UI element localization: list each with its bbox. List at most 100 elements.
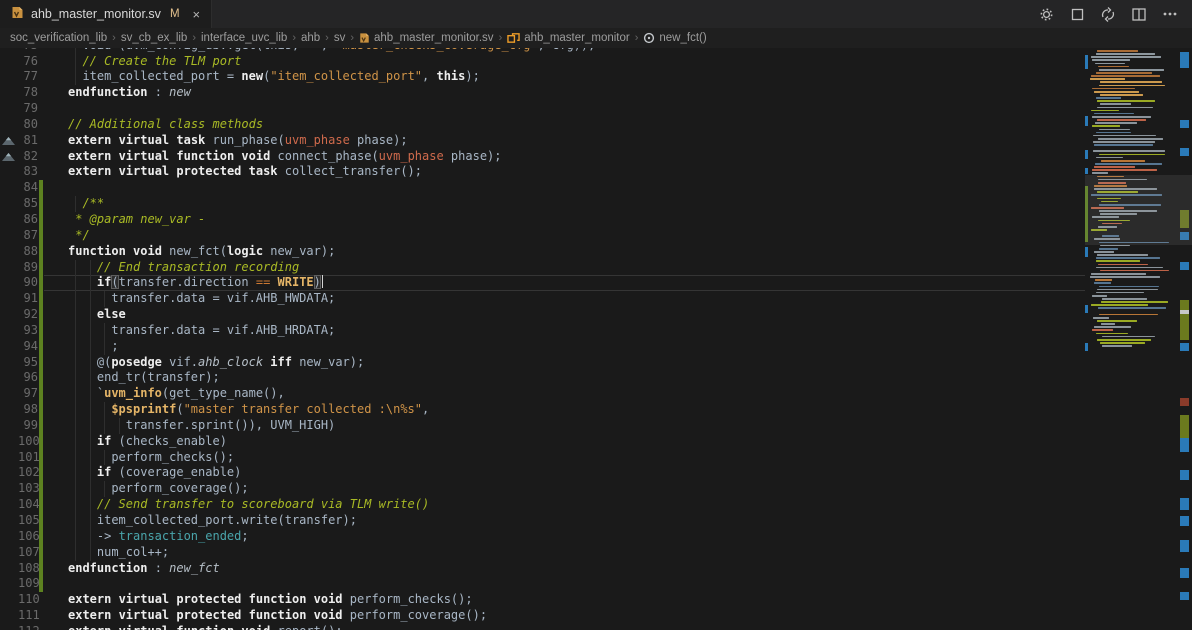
code-line[interactable]: 91transfer.data = vif.AHB_HWDATA; [0,291,1085,307]
code-text[interactable]: else [44,307,1085,323]
code-line[interactable]: 104// Send transfer to scoreboard via TL… [0,497,1085,513]
code-text[interactable]: extern virtual task run_phase(uvm_phase … [44,133,1085,149]
code-text[interactable]: item_collected_port.write(transfer); [44,513,1085,529]
code-text[interactable]: // Create the TLM port [44,54,1085,70]
code-text[interactable]: // End transaction recording [44,260,1085,276]
code-line[interactable]: 100if (checks_enable) [0,434,1085,450]
code-text[interactable]: * @param new_var - [44,212,1085,228]
code-line[interactable]: 87*/ [0,228,1085,244]
code-text[interactable]: transfer.data = vif.AHB_HRDATA; [44,323,1085,339]
code-text[interactable]: perform_checks(); [44,450,1085,466]
code-text[interactable]: /** [44,196,1085,212]
line-number: 80 [18,117,38,133]
code-text[interactable]: extern virtual function void connect_pha… [44,149,1085,165]
code-text[interactable]: endfunction : new [44,85,1085,101]
code-text[interactable]: if (coverage_enable) [44,465,1085,481]
code-text[interactable]: extern virtual protected task collect_tr… [44,164,1085,180]
code-text[interactable]: transfer.sprint()), UVM_HIGH) [44,418,1085,434]
code-text[interactable]: extern virtual function void report(); [44,624,1085,630]
code-text[interactable]: $psprintf("master transfer collected :\n… [44,402,1085,418]
code-line[interactable]: 110extern virtual protected function voi… [0,592,1085,608]
breadcrumb-item[interactable]: new_fct() [643,32,706,44]
gear-icon[interactable] [1038,6,1054,22]
code-line[interactable]: 89// End transaction recording [0,260,1085,276]
code-line[interactable]: 85/** [0,196,1085,212]
code-area[interactable]: 75void'(uvm_config_db::get(this, "", "ma… [0,48,1085,630]
breadcrumb-item[interactable]: ahb [301,32,320,44]
code-line[interactable]: 84 [0,180,1085,196]
code-line[interactable]: 92 else [0,307,1085,323]
code-text[interactable]: ; [44,339,1085,355]
code-text[interactable]: @(posedge vif.ahb_clock iff new_var); [44,355,1085,371]
code-text[interactable]: */ [44,228,1085,244]
code-text[interactable] [44,576,1085,592]
breadcrumb-item[interactable]: ahb_master_monitor.sv [359,32,494,44]
code-text[interactable]: end_tr(transfer); [44,370,1085,386]
glyph-margin [0,69,18,85]
code-line[interactable]: 108endfunction : new_fct [0,561,1085,577]
code-line[interactable]: 95@(posedge vif.ahb_clock iff new_var); [0,355,1085,371]
code-line[interactable]: 78endfunction : new [0,85,1085,101]
code-text[interactable]: perform_coverage(); [44,481,1085,497]
code-text[interactable]: // Additional class methods [44,117,1085,133]
square-icon[interactable] [1069,6,1085,22]
breadcrumb-item[interactable]: sv_cb_ex_lib [121,32,187,44]
code-line[interactable]: 96end_tr(transfer); [0,370,1085,386]
code-line[interactable]: 83extern virtual protected task collect_… [0,164,1085,180]
code-line[interactable]: 98$psprintf("master transfer collected :… [0,402,1085,418]
code-line[interactable]: 109 [0,576,1085,592]
code-line[interactable]: 107num_col++; [0,545,1085,561]
code-text[interactable]: -> transaction_ended; [44,529,1085,545]
code-line[interactable]: 80 // Additional class methods [0,117,1085,133]
code-text[interactable]: // Send transfer to scoreboard via TLM w… [44,497,1085,513]
code-line[interactable]: 103perform_coverage(); [0,481,1085,497]
minimap[interactable] [1085,48,1176,630]
code-line[interactable]: 99transfer.sprint()), UVM_HIGH) [0,418,1085,434]
breadcrumb-separator: › [292,32,296,44]
code-line[interactable]: 76// Create the TLM port [0,54,1085,70]
code-line[interactable]: 88function void new_fct(logic new_var); [0,244,1085,260]
breadcrumb-item[interactable]: sv [334,32,346,44]
editor-pane: 75void'(uvm_config_db::get(this, "", "ma… [0,48,1192,630]
code-text[interactable]: item_collected_port = new("item_collecte… [44,69,1085,85]
code-line[interactable]: 106-> transaction_ended; [0,529,1085,545]
code-text[interactable]: transfer.data = vif.AHB_HWDATA; [44,291,1085,307]
code-text[interactable]: extern virtual protected function void p… [44,608,1085,624]
code-line[interactable]: 112extern virtual function void report()… [0,624,1085,630]
code-line[interactable]: 94; [0,339,1085,355]
breadcrumb-item[interactable]: soc_verification_lib [10,32,107,44]
breadcrumb-item[interactable]: interface_uvc_lib [201,32,287,44]
code-text[interactable]: function void new_fct(logic new_var); [44,244,1085,260]
code-line[interactable]: 81extern virtual task run_phase(uvm_phas… [0,133,1085,149]
code-line[interactable]: 77item_collected_port = new("item_collec… [0,69,1085,85]
more-actions-icon[interactable] [1162,6,1178,22]
code-line[interactable]: 102if (coverage_enable) [0,465,1085,481]
code-text[interactable]: `uvm_info(get_type_name(), [44,386,1085,402]
split-editor-icon[interactable] [1131,6,1147,22]
code-line[interactable]: 86* @param new_var - [0,212,1085,228]
code-line[interactable]: 105item_collected_port.write(transfer); [0,513,1085,529]
code-text[interactable]: endfunction : new_fct [44,561,1085,577]
scrollbar-slider[interactable] [1176,175,1192,245]
code-text[interactable]: num_col++; [44,545,1085,561]
code-text[interactable]: if(transfer.direction == WRITE) [44,275,1085,291]
breadcrumb-item[interactable]: ahb_master_monitor [507,32,629,44]
code-text[interactable] [44,180,1085,196]
code-line[interactable]: 97`uvm_info(get_type_name(), [0,386,1085,402]
code-text[interactable]: if (checks_enable) [44,434,1085,450]
compare-changes-icon[interactable] [1100,6,1116,22]
close-icon[interactable]: × [193,8,201,21]
code-text[interactable]: extern virtual protected function void p… [44,592,1085,608]
code-line[interactable]: 101perform_checks(); [0,450,1085,466]
code-line[interactable]: 82extern virtual function void connect_p… [0,149,1085,165]
code-text[interactable] [44,101,1085,117]
code-line[interactable]: 93transfer.data = vif.AHB_HRDATA; [0,323,1085,339]
overview-ruler-scrollbar[interactable] [1176,48,1192,630]
tab-ahb-master-monitor[interactable]: ahb_master_monitor.sv M × [0,0,212,28]
code-line[interactable]: 90if(transfer.direction == WRITE) [0,275,1085,291]
code-line[interactable]: 79 [0,101,1085,117]
code-line[interactable]: 111extern virtual protected function voi… [0,608,1085,624]
minimap-slider[interactable] [1085,175,1176,245]
editor-actions [1038,0,1192,28]
line-number: 92 [18,307,38,323]
